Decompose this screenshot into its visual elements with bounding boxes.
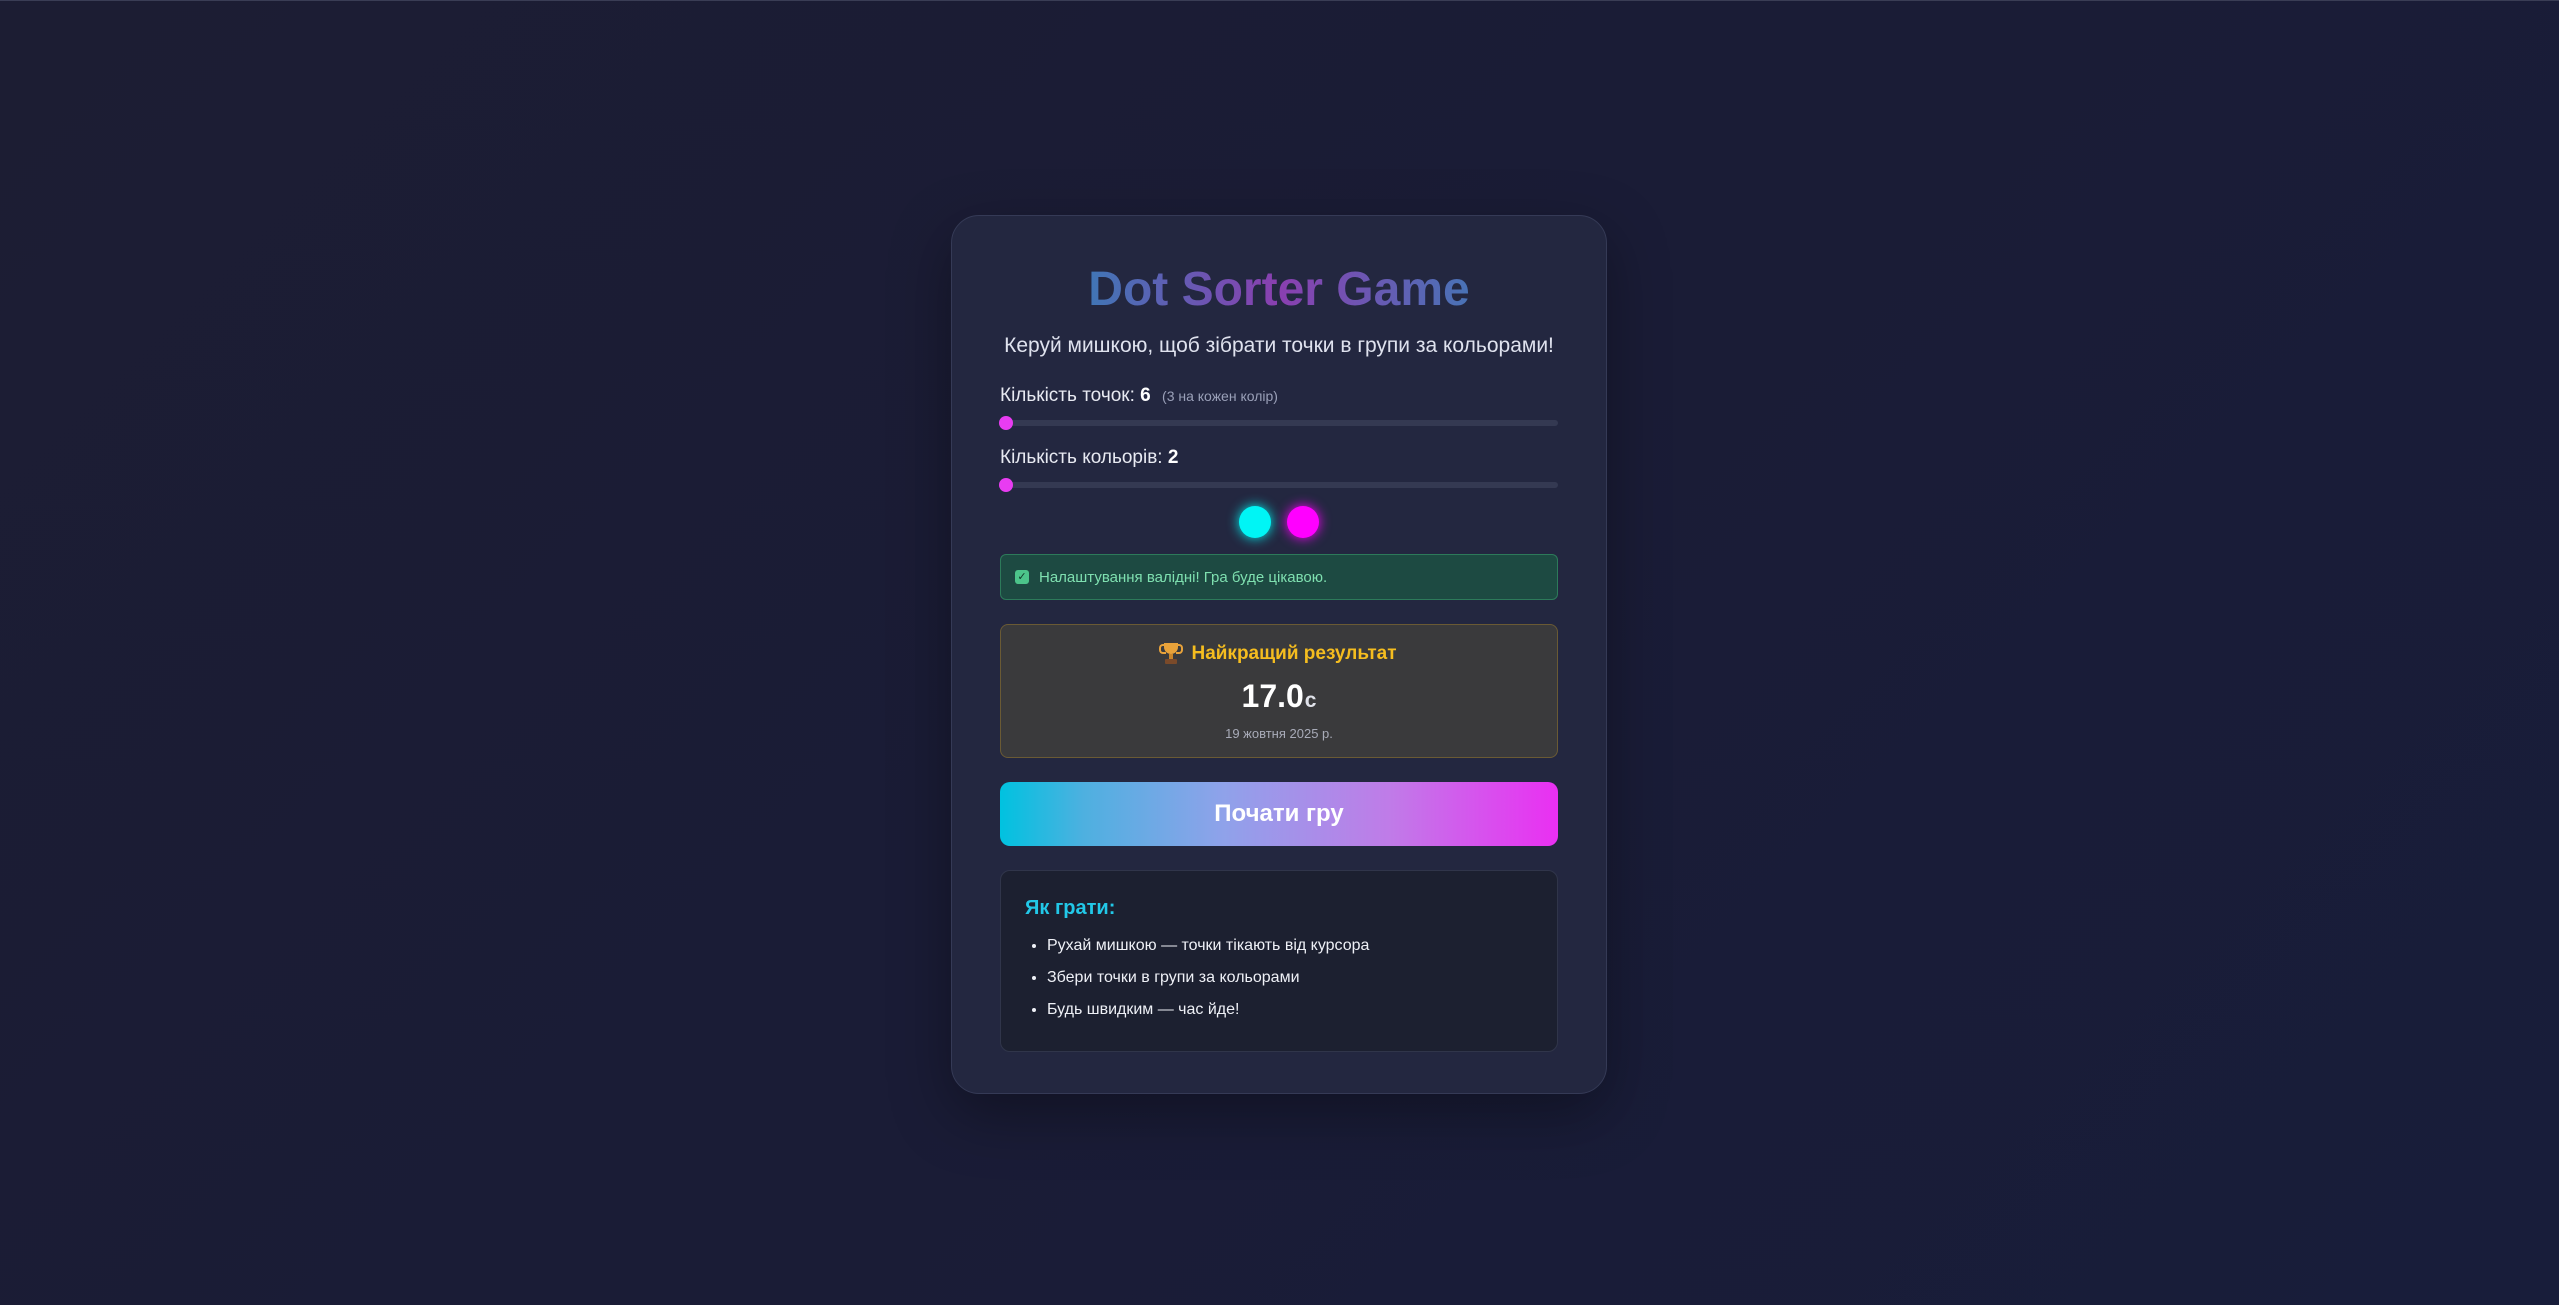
dots-count-label-text: Кількість точок: <box>1000 385 1141 406</box>
trophy-icon <box>1159 643 1184 665</box>
validation-text: Налаштування валідні! Гра буде цікавою. <box>1039 568 1328 586</box>
dots-count-setting: Кількість точок: 6 (3 на кожен колір) <box>999 384 1558 430</box>
how-to-play-item: Рухай мишкою — точки тікають від курсора <box>1047 935 1533 957</box>
best-result-title: Найкращий результат <box>1191 643 1397 664</box>
how-to-play-list: Рухай мишкою — точки тікають від курсора… <box>1025 935 1533 1021</box>
colors-count-label: Кількість кольорів: 2 <box>1000 446 1558 470</box>
page-title: Dot Sorter Game <box>1000 262 1558 318</box>
subtitle: Керуй мишкою, щоб зібрати точки в групи … <box>1004 334 1554 357</box>
how-to-play-item: Збери точки в групи за кольорами <box>1047 967 1533 989</box>
colors-count-label-text: Кількість кольорів: <box>1000 447 1168 468</box>
best-result-panel: Найкращий результат 17.0с 19 жовтня 2025… <box>1000 624 1558 758</box>
how-to-play-item: Будь швидким — час йде! <box>1047 999 1533 1021</box>
color-swatch-magenta <box>1287 506 1319 538</box>
how-to-play-title: Як грати: <box>1025 897 1116 919</box>
best-score-value: 17.0 <box>1241 678 1304 714</box>
dots-count-label: Кількість точок: 6 (3 на кожен колір) <box>1000 384 1558 408</box>
start-game-button[interactable]: Почати гру <box>1000 782 1558 846</box>
color-swatches <box>1000 506 1558 538</box>
dots-count-hint: (3 на кожен колір) <box>1162 388 1278 404</box>
best-result-header: Найкращий результат <box>1001 641 1557 667</box>
best-result-date: 19 жовтня 2025 р. <box>1225 726 1333 741</box>
best-result-score: 17.0с <box>1001 677 1557 720</box>
checkmark-icon: ✓ <box>1015 570 1029 584</box>
colors-count-slider[interactable] <box>999 478 1558 492</box>
dots-count-slider-thumb[interactable] <box>999 416 1013 430</box>
how-to-play-panel: Як грати: Рухай мишкою — точки тікають в… <box>1000 870 1558 1052</box>
dots-count-slider[interactable] <box>999 416 1558 430</box>
colors-count-setting: Кількість кольорів: 2 <box>999 446 1558 492</box>
game-settings-card: Dot Sorter Game Керуй мишкою, щоб зібрат… <box>951 215 1607 1094</box>
colors-count-slider-thumb[interactable] <box>999 478 1013 492</box>
validation-message: ✓ Налаштування валідні! Гра буде цікавою… <box>1000 554 1558 600</box>
best-score-unit: с <box>1304 689 1317 712</box>
color-swatch-cyan <box>1239 506 1271 538</box>
colors-count-value: 2 <box>1167 447 1179 468</box>
dots-count-value: 6 <box>1140 385 1151 406</box>
